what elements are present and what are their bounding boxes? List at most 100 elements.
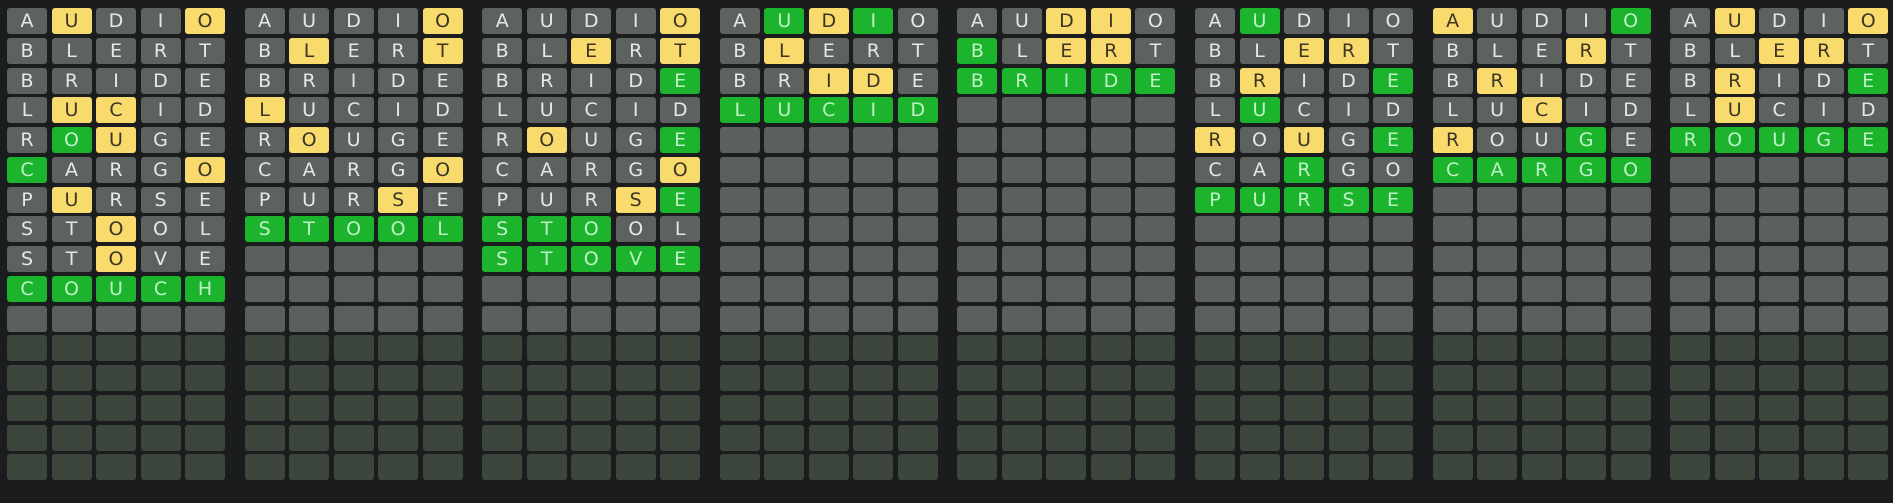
- tile-absent: R: [289, 67, 330, 94]
- tile-future: [853, 335, 894, 362]
- tile-correct: G: [1803, 127, 1844, 153]
- tile-future: [333, 394, 374, 421]
- guess-row: [719, 275, 943, 302]
- tile-future: [1284, 365, 1324, 391]
- guess-row: [957, 156, 1180, 183]
- guess-row: [1670, 454, 1893, 481]
- tile-absent: U: [289, 8, 330, 34]
- tile-future: [853, 365, 894, 391]
- tile-absent: C: [1759, 97, 1800, 124]
- tile-present: D: [853, 67, 894, 94]
- guess-row: [957, 365, 1180, 391]
- tile-empty: [1521, 246, 1562, 272]
- board-7: AUDIOBLERTBRIDELUCIDROUGECARGO: [1432, 8, 1656, 484]
- tile-absent: D: [378, 67, 419, 94]
- tile-future: [244, 424, 285, 451]
- guess-row: [1195, 424, 1418, 451]
- tile-future: [660, 424, 701, 451]
- guess-row: BRIDE: [244, 67, 468, 94]
- tile-empty: [571, 305, 612, 332]
- guess-row: [1670, 275, 1893, 302]
- tile-future: [897, 335, 938, 362]
- tile-empty: [719, 305, 760, 332]
- tile-empty: [1610, 186, 1651, 213]
- tile-future: [571, 454, 612, 481]
- tile-future: [615, 365, 656, 391]
- tile-future: [1328, 394, 1369, 421]
- tile-future: [957, 394, 998, 421]
- tile-absent: G: [1328, 156, 1369, 183]
- tile-empty: [615, 275, 656, 302]
- tile-empty: [719, 186, 760, 213]
- tile-empty: [897, 156, 938, 183]
- guess-row: AUDIO: [1432, 8, 1656, 34]
- guess-row: BRIDE: [1195, 67, 1418, 94]
- tile-absent: I: [378, 8, 419, 34]
- tile-future: [1135, 365, 1176, 391]
- tile-future: [1090, 454, 1131, 481]
- tile-future: [185, 424, 225, 451]
- guess-row: [719, 424, 943, 451]
- tile-future: [96, 394, 136, 421]
- guess-row: [1195, 305, 1418, 332]
- tile-future: [897, 424, 938, 451]
- guess-row: [719, 186, 943, 213]
- tile-empty: [1803, 156, 1844, 183]
- tile-absent: G: [615, 156, 656, 183]
- guess-row: [719, 365, 943, 391]
- tile-correct: E: [1373, 186, 1413, 213]
- tile-present: C: [96, 97, 136, 124]
- tile-present: R: [1328, 37, 1369, 64]
- tile-empty: [1135, 305, 1176, 332]
- guess-row: [7, 394, 230, 421]
- board-1: AUDIOBLERTBRIDELUCIDROUGECARGOPURSESTOOL…: [7, 8, 230, 484]
- tile-absent: R: [333, 186, 374, 213]
- tile-empty: [1566, 246, 1607, 272]
- tile-empty: [1373, 216, 1413, 243]
- tile-empty: [853, 186, 894, 213]
- tile-future: [808, 365, 849, 391]
- tile-empty: [660, 275, 701, 302]
- guess-row: [1670, 394, 1893, 421]
- tile-empty: [957, 97, 998, 124]
- tile-future: [51, 335, 92, 362]
- guess-row: STOOL: [7, 216, 230, 243]
- tile-present: D: [808, 8, 849, 34]
- tile-correct: O: [333, 216, 374, 243]
- tile-empty: [1759, 246, 1800, 272]
- guess-row: AUDIO: [482, 8, 705, 34]
- tile-correct: S: [482, 246, 523, 272]
- tile-absent: U: [333, 127, 374, 153]
- guess-row: ROUGE: [7, 127, 230, 153]
- tile-empty: [1670, 156, 1711, 183]
- guess-row: BLERT: [1432, 37, 1656, 64]
- tile-present: O: [422, 156, 463, 183]
- tile-future: [1714, 394, 1755, 421]
- tile-empty: [1566, 186, 1607, 213]
- tile-empty: [1610, 275, 1651, 302]
- tile-empty: [1001, 246, 1042, 272]
- tile-absent: T: [51, 246, 92, 272]
- guess-row: BLERT: [719, 37, 943, 64]
- guess-row: LUCID: [1432, 97, 1656, 124]
- tile-future: [1090, 424, 1131, 451]
- tile-future: [7, 454, 47, 481]
- tile-future: [764, 335, 805, 362]
- tile-future: [1195, 365, 1235, 391]
- guess-row: [1670, 246, 1893, 272]
- tile-empty: [1566, 216, 1607, 243]
- tile-empty: [1090, 156, 1131, 183]
- tile-empty: [853, 156, 894, 183]
- tile-future: [1046, 394, 1087, 421]
- tile-empty: [957, 216, 998, 243]
- guess-row: [7, 365, 230, 391]
- tile-empty: [1046, 305, 1087, 332]
- tile-correct: C: [808, 97, 849, 124]
- tile-future: [333, 454, 374, 481]
- tile-future: [1373, 454, 1413, 481]
- tile-empty: [1803, 216, 1844, 243]
- tile-empty: [719, 246, 760, 272]
- tile-empty: [96, 305, 136, 332]
- tile-future: [1477, 335, 1518, 362]
- guess-row: AUDIO: [1195, 8, 1418, 34]
